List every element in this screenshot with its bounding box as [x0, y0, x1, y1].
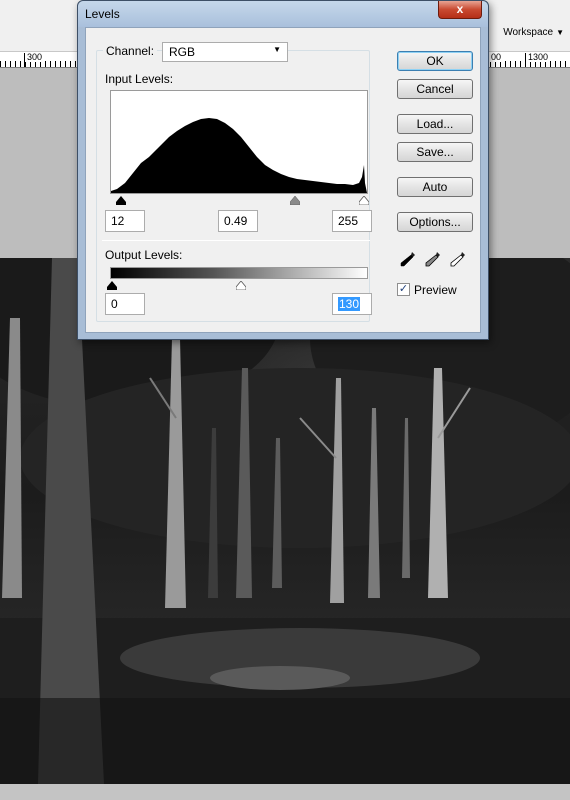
ruler-label: 1300 — [526, 52, 549, 62]
chevron-down-icon: ▼ — [556, 28, 564, 37]
dialog-title: Levels — [85, 7, 120, 21]
output-white-thumb[interactable] — [236, 281, 246, 290]
input-levels-slider[interactable] — [110, 196, 369, 206]
gray-point-eyedropper-icon[interactable] — [424, 250, 442, 268]
input-black-field[interactable]: 12 — [105, 210, 145, 232]
ok-button[interactable]: OK — [397, 51, 473, 71]
ruler-label: 00 — [489, 52, 502, 62]
channel-value: RGB — [169, 45, 196, 59]
levels-dialog: Levels x Channel: RGB ▼ Input Levels: 12… — [77, 0, 489, 340]
input-white-thumb[interactable] — [359, 196, 369, 205]
ruler-label: 300 — [25, 52, 43, 62]
workspace-label: Workspace — [503, 27, 554, 38]
output-levels-label: Output Levels: — [105, 248, 183, 262]
histogram-graph — [111, 118, 367, 193]
cancel-button[interactable]: Cancel — [397, 79, 473, 99]
output-gradient-bar — [110, 267, 368, 279]
output-white-field[interactable]: 130 — [332, 293, 372, 315]
input-gamma-thumb[interactable] — [290, 196, 300, 205]
workspace-menu[interactable]: Workspace ▼ — [503, 27, 564, 38]
histogram — [110, 90, 368, 194]
close-icon: x — [456, 2, 464, 16]
close-button[interactable]: x — [438, 1, 482, 19]
section-divider — [102, 240, 370, 241]
black-point-eyedropper-icon[interactable] — [399, 250, 417, 268]
preview-label: Preview — [414, 283, 457, 297]
output-black-field[interactable]: 0 — [105, 293, 145, 315]
input-white-field[interactable]: 255 — [332, 210, 372, 232]
save-button[interactable]: Save... — [397, 142, 473, 162]
output-black-thumb[interactable] — [107, 281, 117, 290]
dialog-title-bar[interactable]: Levels x — [78, 1, 488, 27]
input-gamma-field[interactable]: 0.49 — [218, 210, 258, 232]
input-levels-label: Input Levels: — [105, 72, 174, 86]
input-black-thumb[interactable] — [116, 196, 126, 205]
output-levels-slider[interactable] — [107, 281, 368, 291]
channel-label-text: Channel: — [106, 44, 155, 58]
channel-label-wrap: Channel: — [103, 44, 158, 58]
preview-checkbox[interactable]: ✓ — [397, 283, 410, 296]
channel-select[interactable]: RGB ▼ — [162, 42, 288, 62]
white-point-eyedropper-icon[interactable] — [449, 250, 467, 268]
status-bar — [0, 784, 570, 800]
options-button[interactable]: Options... — [397, 212, 473, 232]
dialog-client-area: Channel: RGB ▼ Input Levels: 12 0.49 255… — [85, 27, 481, 333]
load-button[interactable]: Load... — [397, 114, 473, 134]
chevron-down-icon: ▼ — [273, 45, 281, 54]
auto-button[interactable]: Auto — [397, 177, 473, 197]
